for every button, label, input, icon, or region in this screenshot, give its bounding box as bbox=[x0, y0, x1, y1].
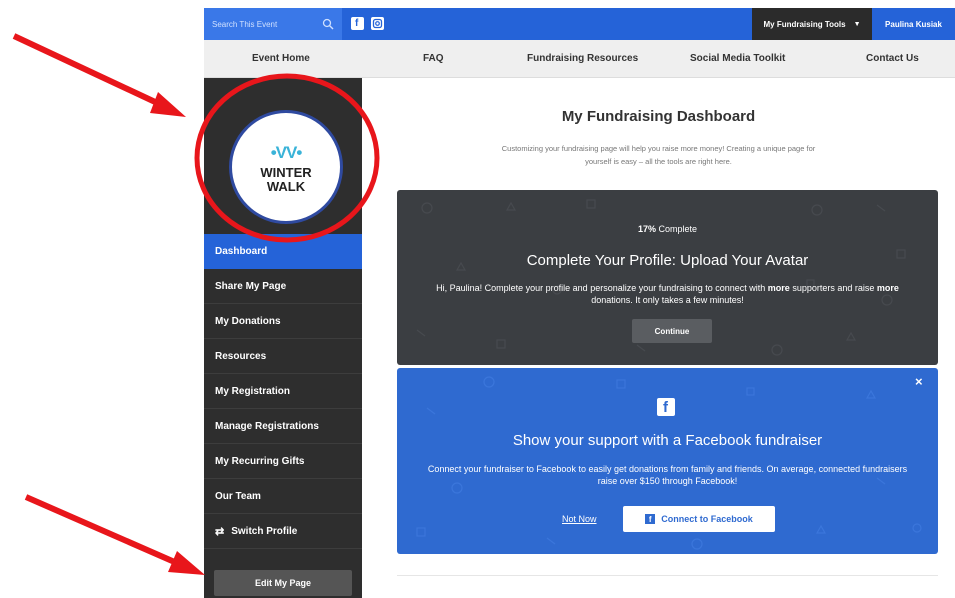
fundraising-dashboard-screenshot: f My Fundraising Tools ▼ Paulina Kusiak … bbox=[204, 8, 955, 598]
facebook-fundraiser-card: × f Show your support with a Facebook fu… bbox=[397, 368, 938, 554]
nav-contact-us[interactable]: Contact Us bbox=[866, 53, 919, 64]
sidebar-item-label: My Registration bbox=[215, 385, 291, 397]
facebook-card-body: Connect your fundraiser to Facebook to e… bbox=[427, 464, 908, 486]
close-icon[interactable]: × bbox=[915, 374, 923, 389]
user-name-button[interactable]: Paulina Kusiak bbox=[872, 8, 955, 40]
sidebar-item-my-registration[interactable]: My Registration bbox=[204, 374, 362, 409]
logo-area: •VV• WINTER WALK bbox=[204, 78, 362, 234]
sidebar-item-my-recurring-gifts[interactable]: My Recurring Gifts bbox=[204, 444, 362, 479]
profile-completion-card: 17% Complete Complete Your Profile: Uplo… bbox=[397, 190, 938, 365]
connect-to-facebook-button[interactable]: f Connect to Facebook bbox=[623, 506, 775, 532]
sidebar-item-manage-registrations[interactable]: Manage Registrations bbox=[204, 409, 362, 444]
nav-social-media-toolkit[interactable]: Social Media Toolkit bbox=[690, 53, 785, 64]
sidebar-item-share-my-page[interactable]: Share My Page bbox=[204, 269, 362, 304]
logo-line-1: WINTER bbox=[260, 165, 312, 180]
sidebar-item-label: Dashboard bbox=[215, 245, 268, 257]
sidebar-menu: Dashboard Share My Page My Donations Res… bbox=[204, 234, 362, 549]
divider bbox=[397, 575, 938, 576]
sidebar-item-label: Resources bbox=[215, 350, 267, 362]
sidebar-item-my-donations[interactable]: My Donations bbox=[204, 304, 362, 339]
sidebar-item-label: Share My Page bbox=[215, 280, 287, 292]
winter-walk-logo: •VV• WINTER WALK bbox=[229, 110, 343, 224]
profile-card-heading: Complete Your Profile: Upload Your Avata… bbox=[526, 252, 809, 269]
continue-button[interactable]: Continue bbox=[632, 319, 712, 343]
nav-fundraising-resources[interactable]: Fundraising Resources bbox=[527, 53, 638, 64]
page-title: My Fundraising Dashboard bbox=[561, 108, 756, 125]
nav-faq[interactable]: FAQ bbox=[423, 53, 444, 64]
logo-mark: •VV• bbox=[270, 143, 303, 162]
tools-label: My Fundraising Tools bbox=[763, 19, 846, 29]
edit-my-page-button[interactable]: Edit My Page bbox=[214, 570, 352, 596]
nav-event-home[interactable]: Event Home bbox=[252, 53, 310, 64]
chevron-down-icon: ▼ bbox=[853, 20, 861, 28]
logo-line-2: WALK bbox=[266, 179, 306, 194]
event-nav: Event Home FAQ Fundraising Resources Soc… bbox=[204, 40, 955, 78]
main-content: My Fundraising Dashboard Customizing you… bbox=[362, 78, 955, 598]
not-now-link[interactable]: Not Now bbox=[562, 514, 597, 524]
facebook-icon: f bbox=[645, 514, 656, 524]
completion-percent: 17% Complete bbox=[637, 224, 698, 234]
page-subtitle: Customizing your fundraising page will h… bbox=[501, 144, 816, 166]
facebook-icon: f bbox=[657, 398, 675, 416]
instagram-icon[interactable] bbox=[371, 17, 384, 30]
red-arrow-top bbox=[12, 33, 186, 117]
sidebar-item-label: Switch Profile bbox=[231, 525, 298, 537]
shuffle-icon: ⇄ bbox=[215, 525, 225, 538]
sidebar-item-our-team[interactable]: Our Team bbox=[204, 479, 362, 514]
search-input[interactable] bbox=[212, 16, 316, 32]
connect-label: Connect to Facebook bbox=[661, 514, 753, 524]
facebook-card-heading: Show your support with a Facebook fundra… bbox=[512, 432, 823, 449]
top-bar: f My Fundraising Tools ▼ Paulina Kusiak bbox=[204, 8, 955, 40]
sidebar-item-label: My Recurring Gifts bbox=[215, 455, 305, 467]
sidebar-item-label: Our Team bbox=[215, 490, 261, 502]
search-box[interactable] bbox=[204, 8, 342, 40]
sidebar-item-resources[interactable]: Resources bbox=[204, 339, 362, 374]
my-fundraising-tools-menu[interactable]: My Fundraising Tools ▼ bbox=[752, 8, 872, 40]
sidebar-item-switch-profile[interactable]: ⇄ Switch Profile bbox=[204, 514, 362, 549]
sidebar-item-label: My Donations bbox=[215, 315, 281, 327]
red-arrow-bottom bbox=[24, 494, 205, 575]
sidebar: •VV• WINTER WALK Dashboard Share My Page… bbox=[204, 78, 362, 598]
sidebar-item-dashboard[interactable]: Dashboard bbox=[204, 234, 362, 269]
profile-card-body: Hi, Paulina! Complete your profile and p… bbox=[436, 283, 899, 305]
facebook-icon[interactable]: f bbox=[351, 17, 364, 30]
sidebar-item-label: Manage Registrations bbox=[215, 420, 319, 432]
search-icon[interactable] bbox=[322, 18, 334, 30]
